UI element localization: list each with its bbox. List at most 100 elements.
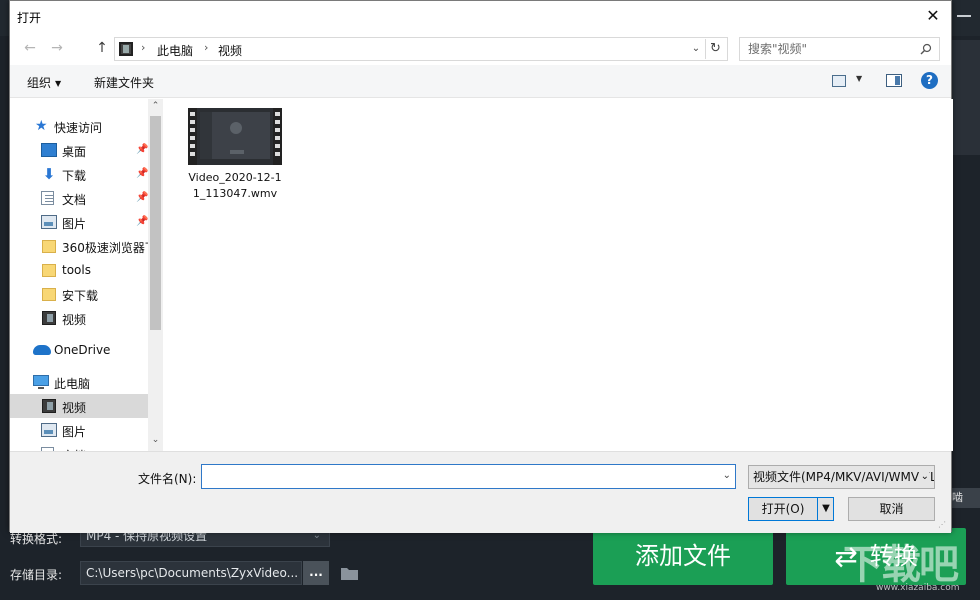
breadcrumb-videos[interactable]: 视频 — [218, 42, 242, 59]
cancel-button[interactable]: 取消 — [848, 497, 935, 521]
browse-button[interactable]: ... — [303, 561, 329, 585]
sidebar-item-documents[interactable]: 文档 📌 — [10, 186, 148, 210]
document-icon — [41, 191, 54, 205]
star-icon: ★ — [35, 119, 51, 133]
file-list-pane: Video_2020-12-11_113047.wmv — [163, 99, 953, 451]
film-sprocket — [275, 112, 280, 116]
back-arrow-icon[interactable]: ← — [19, 37, 41, 59]
up-arrow-icon[interactable]: ↑ — [91, 37, 113, 59]
sidebar-scrollbar[interactable]: ⌃ ⌄ — [148, 99, 163, 451]
pin-icon: 📌 — [136, 192, 148, 203]
background-side-panel — [950, 40, 980, 155]
sidebar-item-label: 快速访问 — [54, 119, 102, 136]
picture-icon — [41, 215, 57, 229]
file-name: Video_2020-12-11_113047.wmv — [186, 170, 284, 202]
sidebar-item-downloads[interactable]: ⬇ 下载 📌 — [10, 162, 148, 186]
sidebar-item-videos-quick[interactable]: 视频 — [10, 306, 148, 330]
sidebar-item-label: 下载 — [62, 167, 86, 184]
chevron-up-icon[interactable]: ⌃ — [148, 101, 163, 115]
chevron-right-icon: › — [141, 41, 145, 54]
sidebar-item-tools[interactable]: tools — [10, 258, 148, 282]
breadcrumb-this-pc[interactable]: 此电脑 — [157, 42, 193, 59]
video-folder-icon — [119, 42, 133, 56]
watermark-url: www.xiazaiba.com — [876, 583, 960, 593]
sidebar-item-quick-access[interactable]: ★ 快速访问 — [10, 114, 148, 138]
filetype-value: 视频文件(MP4/MKV/AVI/WMV/FLV/MOV/...) — [753, 470, 935, 484]
background-list-row: 啮 — [950, 488, 980, 508]
sidebar-item-label: OneDrive — [54, 343, 110, 357]
file-item[interactable]: Video_2020-12-11_113047.wmv — [188, 108, 284, 208]
search-box[interactable] — [739, 37, 940, 61]
video-thumbnail-icon — [188, 108, 282, 165]
sidebar-item-360-browser-downloads[interactable]: 360极速浏览器下 — [10, 234, 148, 258]
dialog-titlebar: 打开 ✕ — [10, 1, 951, 32]
preview-pane-icon[interactable] — [886, 74, 902, 87]
command-toolbar: 组织▼ 新建文件夹 ▼ ? — [10, 65, 951, 98]
folder-icon — [42, 264, 56, 277]
sidebar-item-this-pc[interactable]: 此电脑 — [10, 370, 148, 394]
split-divider — [817, 498, 818, 520]
output-path-field[interactable]: C:\Users\pc\Documents\ZyxVideo... — [80, 561, 302, 585]
chevron-down-icon[interactable]: ⌄ — [148, 435, 163, 449]
caret-down-icon[interactable]: ▼ — [856, 74, 862, 83]
sidebar-item-label: tools — [62, 263, 91, 277]
pin-icon: 📌 — [136, 216, 148, 227]
minimize-icon[interactable] — [957, 15, 971, 17]
caret-down-icon[interactable]: ▼ — [819, 498, 833, 520]
picture-icon — [41, 423, 57, 437]
watermark-logo: 下载吧 — [843, 532, 957, 590]
refresh-icon[interactable]: ↻ — [705, 39, 725, 59]
pin-icon: 📌 — [136, 168, 148, 179]
sidebar-item-pictures[interactable]: 图片 📌 — [10, 210, 148, 234]
close-icon[interactable]: ✕ — [921, 5, 945, 27]
sidebar-item-desktop[interactable]: 桌面 📌 — [10, 138, 148, 162]
new-folder-button[interactable]: 新建文件夹 — [94, 74, 154, 91]
add-file-button[interactable]: 添加文件 — [593, 528, 773, 585]
sidebar-item-documents-pc[interactable]: 文档 — [10, 442, 148, 451]
sidebar-item-videos[interactable]: 视频 — [10, 394, 148, 418]
sidebar-item-label: 此电脑 — [54, 375, 90, 392]
output-dir-label: 存储目录: — [10, 566, 62, 583]
filename-input[interactable] — [202, 465, 712, 488]
sidebar-item-onedrive[interactable]: OneDrive — [10, 338, 148, 362]
sidebar-item-anxiazai[interactable]: 安下载 — [10, 282, 148, 306]
filename-label: 文件名(N): — [138, 470, 196, 487]
search-icon[interactable] — [920, 43, 932, 55]
forward-arrow-icon[interactable]: → — [46, 37, 68, 59]
chevron-down-icon: ⌄ — [919, 466, 929, 488]
change-view-icon[interactable] — [832, 75, 846, 87]
sidebar-item-label: 桌面 — [62, 143, 86, 160]
cloud-icon — [33, 345, 51, 355]
video-icon — [42, 311, 56, 325]
address-bar[interactable]: › 此电脑 › 视频 ⌄ ↻ — [114, 37, 728, 61]
open-button-label: 打开(O) — [749, 498, 817, 520]
dialog-footer: 文件名(N): ⌄ 视频文件(MP4/MKV/AVI/WMV/FLV/MOV/.… — [10, 451, 951, 533]
organize-menu[interactable]: 组织▼ — [27, 74, 61, 91]
sidebar-item-label: 视频 — [62, 311, 86, 328]
filetype-select[interactable]: 视频文件(MP4/MKV/AVI/WMV/FLV/MOV/...) ⌄ — [748, 465, 935, 489]
filename-combo[interactable]: ⌄ — [201, 464, 736, 489]
open-file-dialog: 打开 ✕ ← → ↑ › 此电脑 › 视频 ⌄ ↻ 组织▼ 新建文件夹 ▼ ? — [9, 0, 952, 532]
help-icon[interactable]: ? — [921, 72, 938, 89]
sidebar-item-label: 视频 — [62, 399, 86, 416]
search-input[interactable] — [740, 38, 915, 60]
sidebar-item-label: 图片 — [62, 215, 86, 232]
play-icon — [230, 122, 242, 134]
sidebar-item-pictures-pc[interactable]: 图片 — [10, 418, 148, 442]
video-icon — [42, 399, 56, 413]
chevron-down-icon[interactable]: ⌄ — [723, 470, 731, 481]
thumbnail-screen — [200, 112, 270, 159]
chevron-right-icon: › — [204, 41, 208, 54]
chevron-down-icon[interactable]: ⌄ — [689, 41, 703, 57]
pin-icon: 📌 — [136, 144, 148, 155]
navigation-row: ← → ↑ › 此电脑 › 视频 ⌄ ↻ — [10, 34, 951, 62]
sidebar-item-label: 360极速浏览器下 — [62, 239, 148, 256]
navigation-pane: ★ 快速访问 桌面 📌 ⬇ 下载 📌 文档 📌 图片 📌 360极速浏览器下 — [10, 99, 163, 451]
open-button[interactable]: 打开(O) ▼ — [748, 497, 834, 521]
organize-label: 组织 — [27, 76, 51, 90]
dialog-title: 打开 — [17, 9, 41, 26]
resize-grip-icon[interactable]: ⋰ — [938, 520, 948, 530]
sidebar-item-label: 图片 — [62, 423, 86, 440]
open-folder-icon[interactable] — [340, 565, 360, 581]
scrollbar-thumb[interactable] — [150, 116, 161, 330]
